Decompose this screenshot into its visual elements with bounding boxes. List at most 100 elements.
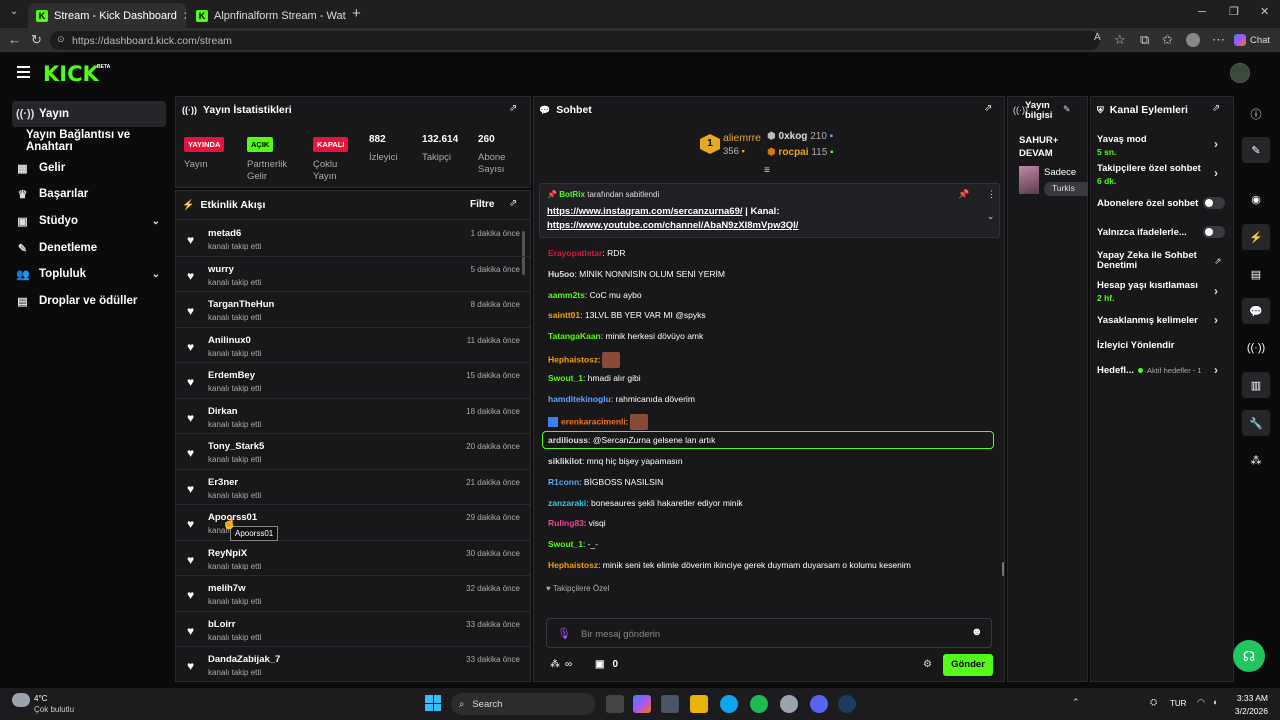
activity-row[interactable]: ♥ melih7w kanalı takip etti 32 dakika önce: [176, 576, 530, 612]
language-indicator[interactable]: TUR: [1170, 699, 1186, 708]
microphone-icon[interactable]: 🎙: [557, 627, 571, 640]
ai-moderation-setting[interactable]: Yapay Zeka ile Sohbet Denetimi: [1097, 251, 1207, 271]
follower-name[interactable]: ReyNpiX: [208, 548, 247, 559]
chat-input-box[interactable]: 🎙 Bir mesaj gönderin ☻: [546, 618, 992, 648]
clock-date[interactable]: 3/2/2026: [1226, 706, 1268, 716]
chat-username[interactable]: Hephaistosz: [548, 560, 598, 570]
wifi-icon[interactable]: ◠: [1197, 697, 1205, 708]
kick-logo[interactable]: KICK: [43, 62, 99, 86]
follower-name[interactable]: bLoirr: [208, 619, 235, 630]
back-icon[interactable]: ←: [8, 32, 21, 47]
chat-username[interactable]: aamm2ts: [548, 290, 585, 300]
settings-gear-icon[interactable]: ⚙: [923, 659, 932, 670]
tag-chip[interactable]: Turkis: [1044, 182, 1088, 196]
follower-name[interactable]: metad6: [208, 228, 241, 239]
window-close-icon[interactable]: ✕: [1260, 5, 1269, 18]
activity-row[interactable]: ♥ DandaZabijak_7 kanalı takip etti 33 dakik…: [176, 647, 530, 681]
follower-name[interactable]: Anilinux0: [208, 335, 251, 346]
more-vertical-icon[interactable]: ⋮: [987, 189, 996, 200]
new-tab-icon[interactable]: +: [352, 5, 361, 22]
extensions-icon[interactable]: ⧉: [1140, 32, 1149, 48]
chat-username[interactable]: saintt01: [548, 310, 580, 320]
goals-setting[interactable]: Hedefl... Aktif hedefler - 1: [1097, 365, 1202, 376]
chat-username[interactable]: Ruling83: [548, 518, 584, 528]
chevron-right-icon[interactable]: ›: [1214, 363, 1218, 377]
github-icon[interactable]: [780, 695, 798, 713]
popout-icon[interactable]: ⇗: [509, 103, 517, 114]
sidebar-item-stream-key[interactable]: Yayın Bağlantısı ve Anahtarı: [12, 128, 172, 154]
chat-username[interactable]: erenkaracimenli: [561, 417, 626, 427]
community-icon[interactable]: ⁂: [1242, 447, 1270, 473]
category-name[interactable]: Sadece: [1044, 167, 1076, 178]
follower-name[interactable]: DandaZabijak_7: [208, 654, 280, 665]
chat-username[interactable]: ardiliouss: [548, 435, 588, 445]
edge-icon[interactable]: [720, 695, 738, 713]
chat-username[interactable]: Swout_1: [548, 539, 583, 549]
tray-chevron-icon[interactable]: ⌃: [1072, 697, 1080, 708]
weather-desc[interactable]: Çok bulutlu: [34, 705, 74, 714]
activity-row[interactable]: ♥ ReyNpiX kanalı takip etti 30 dakika önce: [176, 541, 530, 576]
follower-name[interactable]: melih7w: [208, 583, 246, 594]
banned-words-setting[interactable]: Yasaklanmış kelimeler: [1097, 315, 1198, 326]
favorites-icon[interactable]: ✩: [1162, 32, 1173, 48]
chat-input-placeholder[interactable]: Bir mesaj gönderin: [581, 629, 660, 640]
pinned-author[interactable]: BotRix: [559, 190, 585, 199]
sidebar-item-denetleme[interactable]: ✎ Denetleme: [12, 235, 166, 261]
chest-counter[interactable]: ▣ 0: [595, 659, 618, 670]
activity-row[interactable]: ♥ wurry kanalı takip etti 5 dakika önce: [176, 257, 530, 292]
chevron-down-icon[interactable]: ⌄: [987, 211, 995, 222]
restore-icon[interactable]: ❐: [1229, 5, 1239, 18]
chevron-right-icon[interactable]: ›: [1214, 313, 1218, 327]
tray-icon[interactable]: ⛭: [1150, 697, 1157, 708]
subscribers-only-toggle[interactable]: [1203, 197, 1225, 209]
read-aloud-icon[interactable]: A: [1094, 32, 1101, 43]
popout-icon[interactable]: ⇗: [509, 198, 517, 209]
leader-name[interactable]: aliemrre: [723, 132, 761, 144]
file-explorer-icon[interactable]: [690, 695, 708, 713]
follower-name[interactable]: TarganTheHun: [208, 299, 274, 310]
sidebar-item-gelir[interactable]: ▦ Gelir: [12, 155, 166, 181]
profile-avatar[interactable]: [1186, 33, 1200, 47]
store-icon[interactable]: [661, 695, 679, 713]
spotify-icon[interactable]: [750, 695, 768, 713]
tab-alpnfinalform[interactable]: K Alpnfinalform Stream - Watch Live ✕: [188, 3, 346, 28]
category-thumbnail[interactable]: [1019, 166, 1039, 194]
chat-username[interactable]: TatangaKaan: [548, 331, 601, 341]
filter-button[interactable]: Filtre: [470, 199, 494, 210]
sidebar-item-studyo[interactable]: ▣ Stüdyo ⌄: [12, 208, 166, 234]
chat-bubble-icon[interactable]: 💬: [1242, 298, 1270, 324]
activity-row[interactable]: ♥ TarganTheHun kanalı takip etti 8 dakika ö…: [176, 292, 530, 328]
favorite-star-icon[interactable]: ☆: [1114, 32, 1126, 48]
layout-icon[interactable]: ▥: [1242, 372, 1270, 398]
windows-start-icon[interactable]: [425, 695, 441, 711]
send-button[interactable]: Gönder: [943, 654, 993, 676]
chat-username[interactable]: zanzaraki: [548, 498, 586, 508]
account-age-setting[interactable]: Hesap yaşı kısıtlaması 2 hf.: [1097, 280, 1198, 303]
edit-pencil-icon[interactable]: ✎: [1063, 104, 1071, 115]
activity-row[interactable]: ♥ ErdemBey kanalı takip etti 15 dakika önce: [176, 363, 530, 399]
slow-mode-setting[interactable]: Yavaş mod 5 sn.: [1097, 134, 1147, 157]
minimize-icon[interactable]: ─: [1198, 6, 1206, 18]
leader-3[interactable]: ⬢ rocpai 115 ▪: [767, 147, 834, 158]
activity-row[interactable]: ♥ bLoirr kanalı takip etti 33 dakika önce: [176, 612, 530, 647]
chat-username[interactable]: Erayopatletar: [548, 248, 602, 258]
instagram-link[interactable]: https://www.instagram.com/sercanzurna69/: [547, 206, 743, 217]
popout-icon[interactable]: ⇗: [984, 103, 992, 114]
steam-icon[interactable]: [838, 695, 856, 713]
activity-row[interactable]: ♥ Dirkan kanalı takip etti 18 dakika önce: [176, 399, 530, 434]
chevron-right-icon[interactable]: ›: [1214, 166, 1218, 180]
emotes-only-toggle[interactable]: [1203, 226, 1225, 238]
sidebar-item-droplar[interactable]: ▤ Droplar ve ödüller: [12, 288, 166, 314]
chat-username[interactable]: hamditekinoglu: [548, 394, 611, 404]
activity-row[interactable]: ♥ metad6 kanalı takip etti 1 dakika önce: [176, 221, 530, 257]
tab-kick-dashboard[interactable]: K Stream - Kick Dashboard ✕: [28, 3, 186, 28]
chat-username[interactable]: siklikilot: [548, 456, 582, 466]
support-headset-icon[interactable]: ☊: [1233, 640, 1265, 672]
user-avatar[interactable]: [1230, 63, 1250, 83]
sidebar-item-topluluk[interactable]: 👥 Topluluk ⌄: [12, 261, 166, 287]
follower-name[interactable]: Er3ner: [208, 477, 238, 488]
volume-icon[interactable]: ◖: [1212, 697, 1217, 707]
follower-name[interactable]: Dirkan: [208, 406, 238, 417]
tab-menu-icon[interactable]: ⌄: [6, 6, 22, 22]
copilot-app-icon[interactable]: [633, 695, 651, 713]
